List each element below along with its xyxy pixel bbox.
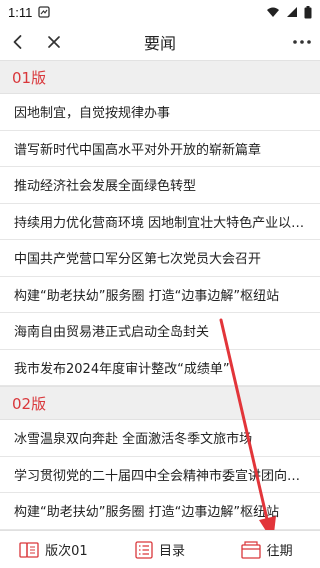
article-title: 因地制宜，自觉按规律办事: [14, 106, 171, 122]
past-icon: [241, 540, 261, 559]
toc-icon: [135, 540, 153, 559]
status-time: 1:11: [8, 4, 33, 20]
article-title: 冰雪温泉双向奔赴 全面激活冬季文旅市场: [14, 432, 253, 448]
back-button[interactable]: [0, 24, 36, 60]
edition-label: 版次01: [45, 544, 88, 559]
article-title: 构建“助老扶幼”服务圈 打造“边事边解”枢纽站: [14, 288, 280, 304]
past-label: 往期: [266, 544, 293, 559]
list-item[interactable]: 推动经济社会发展全面绿色转型: [0, 167, 320, 204]
more-button[interactable]: [284, 24, 320, 60]
article-title: 我市发布2024年度审计整改“成绩单”: [14, 361, 230, 377]
signal-icon: [286, 6, 298, 18]
top-nav-bar: 要闻: [0, 24, 320, 60]
list-item[interactable]: 因地制宜，自觉按规律办事: [0, 94, 320, 131]
close-icon: [48, 36, 60, 48]
article-title: 学习贯彻党的二十届四中全会精神市委宣讲团向新…: [14, 468, 306, 484]
edition-button[interactable]: 版次01: [0, 531, 107, 568]
list-item[interactable]: 海南自由贸易港正式启动全岛封关: [0, 313, 320, 350]
notification-icon: [38, 6, 50, 18]
list-item[interactable]: 持续用力优化营商环境 因地制宜壮大特色产业以实…: [0, 204, 320, 240]
wifi-icon: [266, 6, 280, 18]
list-item[interactable]: 构建“助老扶幼”服务圈 打造“边事边解”枢纽站: [0, 277, 320, 313]
status-bar: 1:11: [0, 0, 320, 24]
article-title: 中国共产党营口军分区第七次党员大会召开: [14, 252, 262, 268]
list-item[interactable]: 中国共产党营口军分区第七次党员大会召开: [0, 240, 320, 277]
battery-icon: [304, 5, 312, 19]
article-title: 持续用力优化营商环境 因地制宜壮大特色产业以实…: [14, 215, 306, 231]
section-header-02: 02版: [0, 386, 320, 420]
edition-icon: [19, 541, 39, 559]
list-item[interactable]: 我市发布2024年度审计整改“成绩单”: [0, 350, 320, 386]
past-issues-button[interactable]: 往期: [213, 531, 320, 568]
article-title: 构建“助老扶幼”服务圈 打造“边事边解”枢纽站: [14, 505, 280, 521]
article-title: 推动经济社会发展全面绿色转型: [14, 179, 197, 195]
list-item[interactable]: 谱写新时代中国高水平对外开放的崭新篇章: [0, 131, 320, 167]
screen: 1:11 要闻 01版 因地制宜，自觉按规律办事 谱写新时代中国高水平对外开放的…: [0, 0, 320, 568]
list-item[interactable]: 冰雪温泉双向奔赴 全面激活冬季文旅市场: [0, 420, 320, 457]
back-icon: [13, 35, 22, 49]
toc-button[interactable]: 目录: [107, 531, 214, 568]
article-title: 谱写新时代中国高水平对外开放的崭新篇章: [14, 142, 262, 158]
more-icon: [293, 40, 311, 44]
toc-label: 目录: [159, 544, 186, 559]
news-list: 01版 因地制宜，自觉按规律办事 谱写新时代中国高水平对外开放的崭新篇章 推动经…: [0, 60, 320, 530]
section-header-01: 01版: [0, 60, 320, 94]
list-item[interactable]: 学习贯彻党的二十届四中全会精神市委宣讲团向新…: [0, 457, 320, 493]
article-title: 海南自由贸易港正式启动全岛封关: [14, 325, 210, 341]
list-item[interactable]: 构建“助老扶幼”服务圈 打造“边事边解”枢纽站: [0, 493, 320, 530]
bottom-toolbar: 版次01 目录 往期: [0, 530, 320, 568]
close-button[interactable]: [36, 24, 72, 60]
